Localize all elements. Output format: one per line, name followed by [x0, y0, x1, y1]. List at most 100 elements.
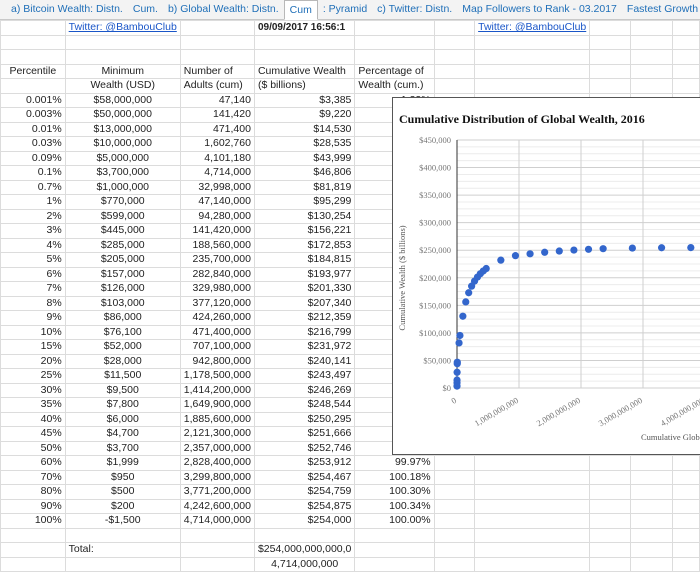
pct-wealth-cell[interactable]: 100.30% [354, 484, 435, 500]
percentile-cell[interactable]: 10% [0, 324, 66, 340]
cell[interactable] [630, 556, 673, 572]
cum-wealth-cell[interactable]: $46,806 [253, 165, 356, 181]
percentile-cell[interactable]: 2% [0, 208, 66, 224]
cell[interactable] [433, 527, 476, 543]
column-header[interactable]: Wealth (USD) [64, 78, 181, 94]
cell[interactable] [253, 34, 356, 50]
min-wealth-cell[interactable]: $1,999 [64, 455, 181, 471]
min-wealth-cell[interactable]: $5,000,000 [64, 150, 181, 166]
percentile-cell[interactable]: 90% [0, 498, 66, 514]
cell[interactable] [589, 513, 632, 529]
cell[interactable] [474, 469, 591, 485]
cell[interactable] [671, 513, 700, 529]
cell[interactable] [630, 49, 673, 65]
percentile-cell[interactable]: 25% [0, 368, 66, 384]
cell[interactable] [589, 527, 632, 543]
cell[interactable] [630, 484, 673, 500]
percentile-cell[interactable]: 70% [0, 469, 66, 485]
cell[interactable] [630, 34, 673, 50]
cum-wealth-cell[interactable]: $248,544 [253, 397, 356, 413]
cell[interactable] [433, 556, 476, 572]
cell[interactable] [474, 513, 591, 529]
cell[interactable] [0, 49, 66, 65]
percentile-cell[interactable]: 7% [0, 281, 66, 297]
cum-wealth-cell[interactable]: $14,530 [253, 121, 356, 137]
cell[interactable] [0, 527, 66, 543]
sheet-tab[interactable]: Map Followers to Rank - 03.2017 [457, 3, 622, 19]
cell[interactable] [589, 63, 632, 79]
adults-cum-cell[interactable]: 4,101,180 [179, 150, 255, 166]
column-header[interactable]: Percentile [0, 63, 66, 79]
cell[interactable] [179, 20, 255, 36]
cell[interactable] [433, 49, 476, 65]
adults-cum-cell[interactable]: 4,714,000 [179, 165, 255, 181]
min-wealth-cell[interactable]: $7,800 [64, 397, 181, 413]
adults-cum-cell[interactable]: 424,260,000 [179, 310, 255, 326]
column-header[interactable]: Cumulative Wealth [253, 63, 356, 79]
percentile-cell[interactable]: 20% [0, 353, 66, 369]
percentile-cell[interactable]: 5% [0, 252, 66, 268]
cell[interactable] [589, 542, 632, 558]
cell[interactable] [589, 20, 632, 36]
cell[interactable] [671, 34, 700, 50]
min-wealth-cell[interactable]: $445,000 [64, 223, 181, 239]
sheet-tab[interactable]: Fastest Growth - 07.17 [622, 3, 700, 19]
percentile-cell[interactable]: 8% [0, 295, 66, 311]
adults-cum-cell[interactable]: 4,242,600,000 [179, 498, 255, 514]
cell[interactable] [354, 34, 435, 50]
column-header[interactable]: Wealth (cum.) [354, 78, 435, 94]
percentile-cell[interactable]: 15% [0, 339, 66, 355]
percentile-cell[interactable]: 0.7% [0, 179, 66, 195]
min-wealth-cell[interactable]: $500 [64, 484, 181, 500]
column-header[interactable]: Percentage of [354, 63, 435, 79]
cum-wealth-cell[interactable]: $28,535 [253, 136, 356, 152]
cell[interactable] [589, 49, 632, 65]
cell[interactable] [0, 20, 66, 36]
cum-wealth-cell[interactable]: $253,912 [253, 455, 356, 471]
cell[interactable] [0, 542, 66, 558]
min-wealth-cell[interactable]: $4,700 [64, 426, 181, 442]
cell[interactable] [433, 469, 476, 485]
cell[interactable] [671, 49, 700, 65]
cell[interactable] [179, 542, 255, 558]
min-wealth-cell[interactable]: $950 [64, 469, 181, 485]
cell[interactable] [474, 78, 591, 94]
cell[interactable] [433, 498, 476, 514]
twitter-link[interactable]: Twitter: @BambouClub [69, 21, 177, 33]
cell[interactable] [630, 498, 673, 514]
cell[interactable] [179, 34, 255, 50]
cell[interactable] [589, 498, 632, 514]
column-header[interactable]: ($ billions) [253, 78, 356, 94]
cell[interactable] [589, 484, 632, 500]
cell[interactable] [433, 484, 476, 500]
adults-cum-cell[interactable]: 329,980,000 [179, 281, 255, 297]
percentile-cell[interactable]: 80% [0, 484, 66, 500]
cum-wealth-cell[interactable]: $240,141 [253, 353, 356, 369]
cell[interactable] [64, 556, 181, 572]
cell[interactable] [474, 49, 591, 65]
adults-cum-cell[interactable]: 2,121,300,000 [179, 426, 255, 442]
percentile-cell[interactable]: 9% [0, 310, 66, 326]
cell[interactable] [630, 513, 673, 529]
min-wealth-cell[interactable]: $103,000 [64, 295, 181, 311]
adults-cum-cell[interactable]: 2,828,400,000 [179, 455, 255, 471]
adults-cum-cell[interactable]: 2,357,000,000 [179, 440, 255, 456]
twitter-link-cell[interactable]: Twitter: @BambouClub [64, 20, 181, 36]
percentile-cell[interactable]: 35% [0, 397, 66, 413]
pct-wealth-cell[interactable]: 100.00% [354, 513, 435, 529]
min-wealth-cell[interactable]: $86,000 [64, 310, 181, 326]
adults-cum-cell[interactable]: 1,602,760 [179, 136, 255, 152]
cell[interactable] [630, 20, 673, 36]
percentile-cell[interactable]: 4% [0, 237, 66, 253]
cell[interactable] [589, 78, 632, 94]
cell[interactable] [589, 34, 632, 50]
percentile-cell[interactable]: 0.03% [0, 136, 66, 152]
cum-wealth-cell[interactable]: $243,497 [253, 368, 356, 384]
adults-cum-cell[interactable]: 1,178,500,000 [179, 368, 255, 384]
cell[interactable] [0, 556, 66, 572]
cell[interactable] [671, 498, 700, 514]
adults-cum-cell[interactable]: 471,400,000 [179, 324, 255, 340]
min-wealth-cell[interactable]: $285,000 [64, 237, 181, 253]
cell[interactable] [354, 556, 435, 572]
adults-cum-cell[interactable]: 141,420 [179, 107, 255, 123]
